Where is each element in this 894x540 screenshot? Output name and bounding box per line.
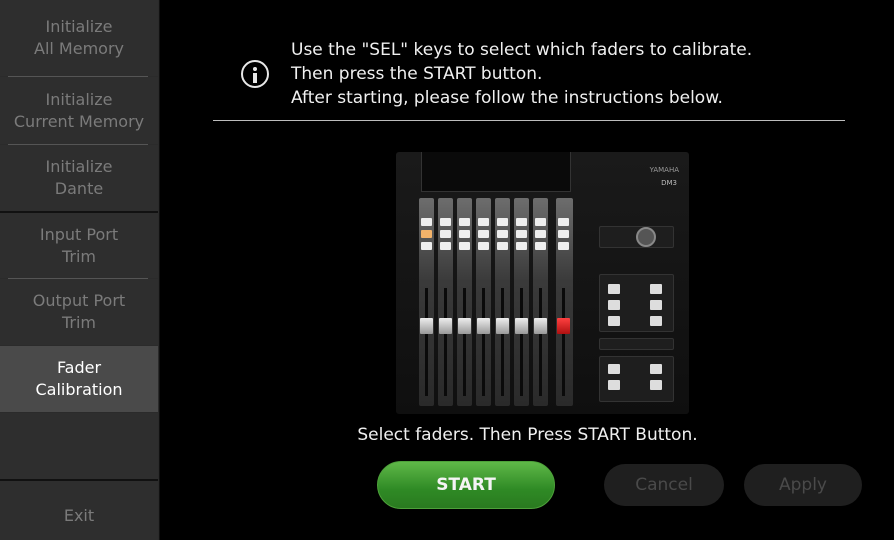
selected-fader-knob bbox=[557, 318, 570, 334]
instruction-line: Then press the START button. bbox=[291, 64, 543, 84]
sidebar-item-label: Trim bbox=[61, 313, 96, 332]
console-model: DM3 bbox=[661, 179, 677, 187]
instructions: Use the "SEL" keys to select which fader… bbox=[291, 38, 871, 110]
exit-label: Exit bbox=[63, 505, 95, 525]
sidebar-item-label: Input Port bbox=[39, 224, 119, 244]
fader-strip bbox=[514, 198, 529, 406]
fader-strip bbox=[438, 198, 453, 406]
sidebar-item-label: Dante bbox=[54, 179, 104, 198]
status-message: Select faders. Then Press START Button. bbox=[357, 425, 698, 445]
fader-strip bbox=[533, 198, 548, 406]
console-screen bbox=[421, 152, 571, 192]
cancel-button[interactable]: Cancel bbox=[604, 464, 724, 506]
sidebar-item-label: Initialize bbox=[45, 89, 113, 109]
instruction-line: Use the "SEL" keys to select which fader… bbox=[291, 40, 753, 60]
sidebar-item-label: Fader bbox=[56, 358, 102, 377]
sidebar-item-output-port-trim[interactable]: Output Port Trim bbox=[0, 279, 158, 345]
sidebar-item-initialize-all-memory[interactable]: Initialize All Memory bbox=[0, 0, 158, 76]
sidebar-item-label: Output Port bbox=[32, 291, 126, 310]
apply-button[interactable]: Apply bbox=[744, 464, 862, 506]
fader-strip bbox=[495, 198, 510, 406]
sidebar-item-label: Initialize bbox=[45, 17, 113, 36]
fader-strip bbox=[457, 198, 472, 406]
sidebar-item-initialize-current-memory[interactable]: Initialize Current Memory bbox=[0, 77, 158, 144]
fader-strip bbox=[419, 198, 434, 406]
sidebar-item-initialize-dante[interactable]: Initialize Dante bbox=[0, 145, 158, 211]
start-button[interactable]: START bbox=[377, 461, 555, 509]
sidebar-item-label: Calibration bbox=[35, 380, 123, 399]
sidebar-item-label: All Memory bbox=[34, 39, 124, 58]
fader-strip-master bbox=[556, 198, 573, 406]
fader-strip bbox=[476, 198, 491, 406]
divider bbox=[213, 120, 845, 121]
sidebar-item-label: Initialize bbox=[45, 157, 113, 176]
sidebar-item-input-port-trim[interactable]: Input Port Trim bbox=[0, 213, 158, 278]
console-brand: YAMAHA bbox=[649, 166, 679, 174]
console-control-panel bbox=[594, 198, 682, 406]
sidebar-empty-slot bbox=[0, 413, 158, 479]
sidebar-item-label: Trim bbox=[61, 246, 96, 266]
main-panel: Use the "SEL" keys to select which fader… bbox=[161, 0, 894, 540]
info-icon bbox=[241, 60, 269, 88]
sidebar-item-label: Current Memory bbox=[13, 111, 145, 131]
sidebar-item-fader-calibration[interactable]: Fader Calibration bbox=[0, 346, 158, 412]
console-illustration: YAMAHA DM3 bbox=[396, 152, 689, 414]
sidebar: Initialize All Memory Initialize Current M… bbox=[0, 0, 160, 540]
exit-button[interactable]: Exit bbox=[0, 481, 158, 540]
instruction-line: After starting, please follow the instru… bbox=[291, 88, 723, 108]
